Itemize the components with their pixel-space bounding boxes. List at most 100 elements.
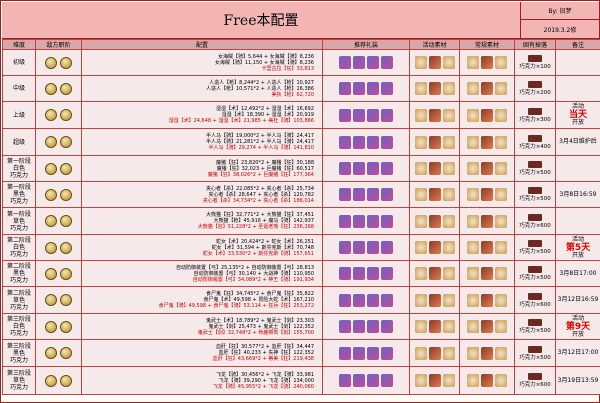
material-icon	[495, 135, 507, 149]
event-material-icon	[428, 214, 441, 228]
difficulty-line: 白色	[12, 165, 25, 172]
regular-mats-cell	[459, 234, 515, 261]
difficulty-line: 黑色	[12, 191, 25, 198]
material-icon	[481, 320, 493, 333]
class-icon	[60, 56, 72, 69]
fixed-drop-cell: 巧克力×300	[514, 101, 556, 129]
craft-essence-icon	[367, 293, 379, 307]
note-line: 3月19日13:59	[557, 376, 599, 384]
event-material-icon	[414, 214, 427, 228]
event-material-icon	[414, 135, 427, 149]
class-icon	[60, 162, 72, 175]
enemy-line: 鬼武士【剑】32,748*2 + 骨鹿狮鹫【剑】155,700	[197, 329, 314, 336]
drop-label: 巧克力×200	[519, 90, 551, 96]
difficulty-line: 草色	[12, 377, 25, 384]
class-icon	[60, 347, 72, 359]
craft-essence-icon	[367, 214, 379, 228]
material-icon	[481, 82, 493, 95]
table-row: 第二阶段 草色 巧克力 食尸鬼【狂】34,745*2 + 食尸鬼【狂】35,822 食…	[2, 286, 600, 314]
notes-cell: 活动 当天 开放	[555, 101, 600, 129]
enemy-line: 魔猪【狂】38,026*2 + 巨魔猪【狂】177,364	[207, 171, 314, 178]
notes-cell: 3月8日16:59	[555, 181, 600, 208]
difficulty-line: 第一阶段	[6, 158, 31, 165]
config-cell: 女海賊【骑】5,644 + 女海賊【骑】8,236 女海賊【骑】11,150 + …	[81, 49, 323, 76]
craft-essence-icon	[381, 162, 393, 175]
config-cell: 夹心者【杀】22,085*2 + 夹心者【杀】25,734 夹心者【杀】28,64…	[81, 181, 323, 208]
chocolate-icon	[528, 319, 542, 326]
regular-mats-cell	[459, 49, 515, 76]
chocolate-icon	[528, 81, 542, 88]
notes-cell: 3月8日17:00	[555, 260, 600, 287]
difficulty-line: 黑色	[12, 349, 25, 357]
craft-essence-icon	[353, 346, 365, 360]
fixed-drop-cell: 巧克力×600	[514, 286, 556, 314]
material-icon	[495, 267, 507, 280]
class-icon	[60, 109, 72, 121]
material-icon	[467, 320, 479, 333]
class-icon	[60, 374, 72, 387]
config-cell: 飞龙【骑】30,456*2 + 飞龙【骑】33,981 飞龙【骑】39,290 +…	[81, 366, 323, 395]
craft-essence-icon	[381, 267, 393, 280]
note-line: 开放	[571, 330, 584, 338]
ce-cell	[322, 181, 410, 208]
fixed-drop-cell: 巧克力×500	[514, 313, 556, 340]
material-icon	[481, 267, 493, 280]
class-icon	[45, 267, 57, 280]
craft-essence-icon	[339, 162, 351, 175]
craft-essence-icon	[367, 267, 379, 280]
event-material-icon	[428, 162, 441, 175]
notes-cell	[555, 49, 600, 76]
craft-essence-icon	[339, 135, 351, 149]
enemy-line: 半人马【骑】29,274 + 半人马【骑】141,810	[208, 145, 314, 151]
craft-essence-icon	[353, 320, 365, 333]
material-icon	[467, 267, 479, 280]
material-icon	[467, 293, 479, 307]
drop-label: 巧克力×500	[519, 170, 551, 176]
enemy-line: 食尸鬼【骑】49,598 + 食尸鬼【骑】53,114 + 狂兵【狂】253,2…	[158, 303, 314, 309]
event-material-icon	[442, 346, 455, 360]
config-cell: 蛇女【术】20,424*2 + 蛇女【术】26,251 蛇女【术】31,594 +…	[81, 234, 323, 261]
craft-essence-icon	[339, 320, 351, 333]
class-icon	[60, 320, 72, 333]
material-icon	[481, 374, 493, 387]
class-icon	[45, 374, 57, 387]
material-icon	[467, 241, 479, 254]
header-ce: 推荐礼装	[322, 39, 410, 50]
drop-label: 巧克力×600	[519, 222, 551, 229]
config-cell: 半人马【骑】19,000*2 + 半人马【骑】24,417 半人马【骑】21,28…	[81, 128, 323, 156]
material-icon	[467, 214, 479, 228]
config-cell: 魔猪【狂】23,820*2 + 魔猪【狂】30,188 魔猪【狂】32,023 +…	[81, 155, 323, 182]
craft-essence-icon	[367, 188, 379, 201]
enemy-class-cell	[35, 286, 82, 314]
fixed-drop-cell: 巧克力×600	[514, 366, 556, 395]
drop-label: 巧克力×400	[519, 143, 551, 150]
enemy-class-cell	[35, 128, 82, 156]
fixed-drop-cell: 巧克力×500	[514, 155, 556, 182]
craft-essence-icon	[339, 214, 351, 228]
chocolate-icon	[528, 266, 542, 273]
ce-cell	[322, 260, 410, 287]
event-material-icon	[428, 188, 441, 201]
table-row: 第三阶段 草色 巧克力 飞龙【骑】30,456*2 + 飞龙【骑】33,981 飞龙【…	[2, 366, 600, 395]
event-mats-cell	[409, 313, 460, 340]
enemy-line: 血肝【狂】43,669*2 + 蒂美【狂】219,438	[212, 356, 314, 362]
notes-cell: 活动 第5天 开放	[555, 234, 600, 261]
material-icon	[495, 346, 507, 360]
enemy-class-cell	[35, 181, 82, 208]
chocolate-icon	[528, 161, 542, 168]
class-icon	[60, 267, 72, 280]
event-material-icon	[442, 162, 455, 175]
header-regular-mats: 常规素材	[459, 39, 515, 50]
material-icon	[467, 108, 479, 122]
ce-cell	[322, 155, 410, 182]
class-icon	[45, 347, 57, 359]
event-mats-cell	[409, 128, 460, 156]
material-icon	[467, 162, 479, 175]
note-line: 开放	[571, 251, 584, 259]
class-icon	[60, 82, 72, 95]
event-material-icon	[428, 135, 441, 149]
ce-cell	[322, 286, 410, 314]
class-icon	[45, 162, 57, 175]
difficulty-cell: 超级	[2, 128, 36, 156]
table-row: 第一阶段 白色 巧克力 魔猪【狂】23,820*2 + 魔猪【狂】30,188 魔猪【…	[2, 155, 600, 182]
